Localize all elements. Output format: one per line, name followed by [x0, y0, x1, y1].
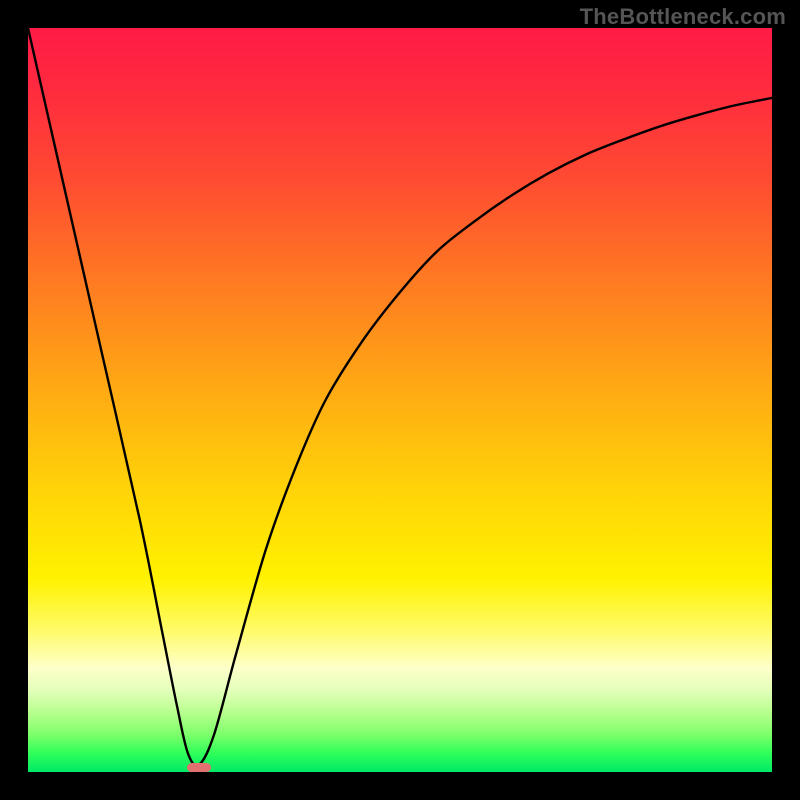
chart-frame: TheBottleneck.com	[0, 0, 800, 800]
plot-area	[28, 28, 772, 772]
watermark-text: TheBottleneck.com	[580, 4, 786, 30]
optimal-point-marker	[187, 763, 211, 772]
bottleneck-curve	[28, 28, 772, 772]
